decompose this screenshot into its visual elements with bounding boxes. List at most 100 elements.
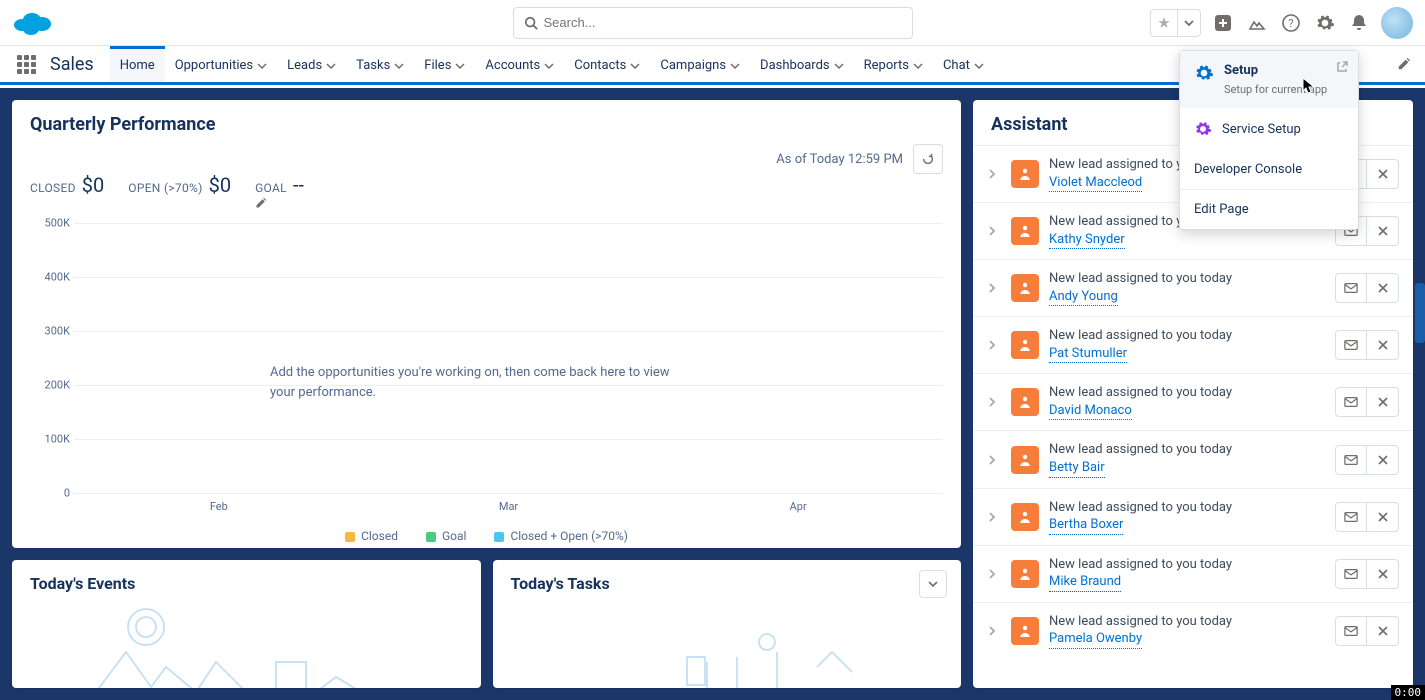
assistant-item[interactable]: New lead assigned to you todayPat Stumul… — [973, 316, 1413, 373]
chevron-down-icon[interactable] — [257, 61, 267, 71]
lead-link[interactable]: Betty Bair — [1049, 459, 1105, 478]
lead-link[interactable]: Kathy Snyder — [1049, 231, 1125, 250]
dismiss-button[interactable] — [1367, 616, 1399, 646]
tab-files[interactable]: Files — [414, 46, 475, 82]
scrollbar[interactable] — [1415, 283, 1425, 343]
svg-text:?: ? — [1288, 17, 1293, 30]
todays-events-card: Today's Events — [12, 560, 481, 688]
tasks-illustration — [511, 607, 944, 688]
chevron-down-icon[interactable] — [455, 61, 465, 71]
email-button[interactable] — [1335, 387, 1367, 417]
tab-chat[interactable]: Chat — [933, 46, 994, 82]
trailhead-icon[interactable] — [1245, 11, 1269, 35]
menu-item-edit-page[interactable]: Edit Page — [1180, 189, 1358, 229]
tab-opportunities[interactable]: Opportunities — [165, 46, 277, 82]
chevron-down-icon[interactable] — [630, 61, 640, 71]
avatar[interactable] — [1381, 7, 1413, 39]
app-launcher-icon[interactable] — [10, 46, 42, 82]
card-title: Today's Tasks — [511, 574, 944, 593]
as-of-label: As of Today 12:59 PM — [776, 152, 903, 167]
chevron-right-icon — [987, 397, 1001, 407]
assistant-item[interactable]: New lead assigned to you todayMike Braun… — [973, 545, 1413, 602]
tab-home[interactable]: Home — [110, 46, 165, 82]
menu-item-service-setup[interactable]: Service Setup — [1180, 108, 1358, 150]
todays-tasks-card: Today's Tasks — [493, 560, 962, 688]
menu-item-developer-console[interactable]: Developer Console — [1180, 150, 1358, 189]
lead-icon — [1011, 217, 1039, 245]
chevron-down-icon[interactable] — [730, 61, 740, 71]
assistant-item[interactable]: New lead assigned to you todayPamela Owe… — [973, 602, 1413, 659]
gear-icon[interactable] — [1313, 11, 1337, 35]
lead-icon — [1011, 388, 1039, 416]
chevron-down-icon[interactable] — [974, 61, 984, 71]
dismiss-button[interactable] — [1367, 502, 1399, 532]
dismiss-button[interactable] — [1367, 273, 1399, 303]
chevron-right-icon — [987, 169, 1001, 179]
global-search[interactable] — [513, 7, 913, 39]
lead-link[interactable]: Andy Young — [1049, 288, 1118, 307]
chevron-right-icon — [987, 283, 1001, 293]
chevron-down-icon[interactable] — [394, 61, 404, 71]
lead-link[interactable]: Violet Maccleod — [1049, 174, 1142, 193]
lead-link[interactable]: David Monaco — [1049, 402, 1132, 421]
chevron-right-icon — [987, 455, 1001, 465]
gear-icon — [1194, 120, 1212, 138]
refresh-button[interactable] — [913, 144, 943, 174]
email-button[interactable] — [1335, 559, 1367, 589]
dismiss-button[interactable] — [1367, 445, 1399, 475]
dismiss-button[interactable] — [1367, 159, 1399, 189]
chevron-right-icon — [987, 340, 1001, 350]
pencil-icon[interactable] — [255, 197, 310, 209]
dismiss-button[interactable] — [1367, 216, 1399, 246]
chevron-right-icon — [987, 626, 1001, 636]
card-menu-button[interactable] — [919, 570, 947, 598]
tab-tasks[interactable]: Tasks — [346, 46, 414, 82]
menu-item-setup[interactable]: Setup Setup for current app — [1180, 51, 1358, 108]
chevron-down-icon[interactable] — [913, 61, 923, 71]
lead-link[interactable]: Mike Braund — [1049, 573, 1121, 592]
lead-icon — [1011, 160, 1039, 188]
add-icon[interactable] — [1211, 11, 1235, 35]
lead-icon — [1011, 446, 1039, 474]
lead-link[interactable]: Bertha Boxer — [1049, 516, 1123, 535]
lead-icon — [1011, 617, 1039, 645]
lead-link[interactable]: Pat Stumuller — [1049, 345, 1127, 364]
tab-accounts[interactable]: Accounts — [475, 46, 564, 82]
search-input[interactable] — [544, 15, 902, 30]
email-button[interactable] — [1335, 616, 1367, 646]
tab-leads[interactable]: Leads — [277, 46, 346, 82]
dismiss-button[interactable] — [1367, 387, 1399, 417]
tab-dashboards[interactable]: Dashboards — [750, 46, 854, 82]
setup-menu: Setup Setup for current app Service Setu… — [1179, 50, 1359, 230]
lead-icon — [1011, 560, 1039, 588]
email-button[interactable] — [1335, 330, 1367, 360]
quarterly-performance-card: Quarterly Performance As of Today 12:59 … — [12, 100, 961, 548]
chevron-down-icon[interactable] — [834, 61, 844, 71]
performance-chart: 0100K200K300K400K500K Add the opportunit… — [30, 223, 943, 523]
chart-empty-message: Add the opportunities you're working on,… — [270, 363, 683, 402]
favorites-control[interactable] — [1150, 9, 1201, 37]
email-button[interactable] — [1335, 273, 1367, 303]
tab-campaigns[interactable]: Campaigns — [650, 46, 750, 82]
dismiss-button[interactable] — [1367, 330, 1399, 360]
assistant-item[interactable]: New lead assigned to you todayAndy Young — [973, 259, 1413, 316]
chevron-down-icon[interactable] — [326, 61, 336, 71]
pencil-icon[interactable] — [1383, 46, 1425, 82]
external-link-icon — [1336, 61, 1348, 73]
dismiss-button[interactable] — [1367, 559, 1399, 589]
chevron-down-icon[interactable] — [1177, 10, 1200, 36]
bell-icon[interactable] — [1347, 11, 1371, 35]
star-icon[interactable] — [1151, 10, 1177, 36]
assistant-item[interactable]: New lead assigned to you todayDavid Mona… — [973, 373, 1413, 430]
email-button[interactable] — [1335, 502, 1367, 532]
lead-link[interactable]: Pamela Owenby — [1049, 630, 1142, 649]
email-button[interactable] — [1335, 445, 1367, 475]
chevron-down-icon[interactable] — [544, 61, 554, 71]
tab-reports[interactable]: Reports — [854, 46, 933, 82]
help-icon[interactable]: ? — [1279, 11, 1303, 35]
tab-contacts[interactable]: Contacts — [564, 46, 650, 82]
assistant-item[interactable]: New lead assigned to you todayBetty Bair — [973, 430, 1413, 487]
app-name: Sales — [42, 46, 110, 82]
assistant-item[interactable]: New lead assigned to you todayBertha Box… — [973, 488, 1413, 545]
chevron-right-icon — [987, 569, 1001, 579]
